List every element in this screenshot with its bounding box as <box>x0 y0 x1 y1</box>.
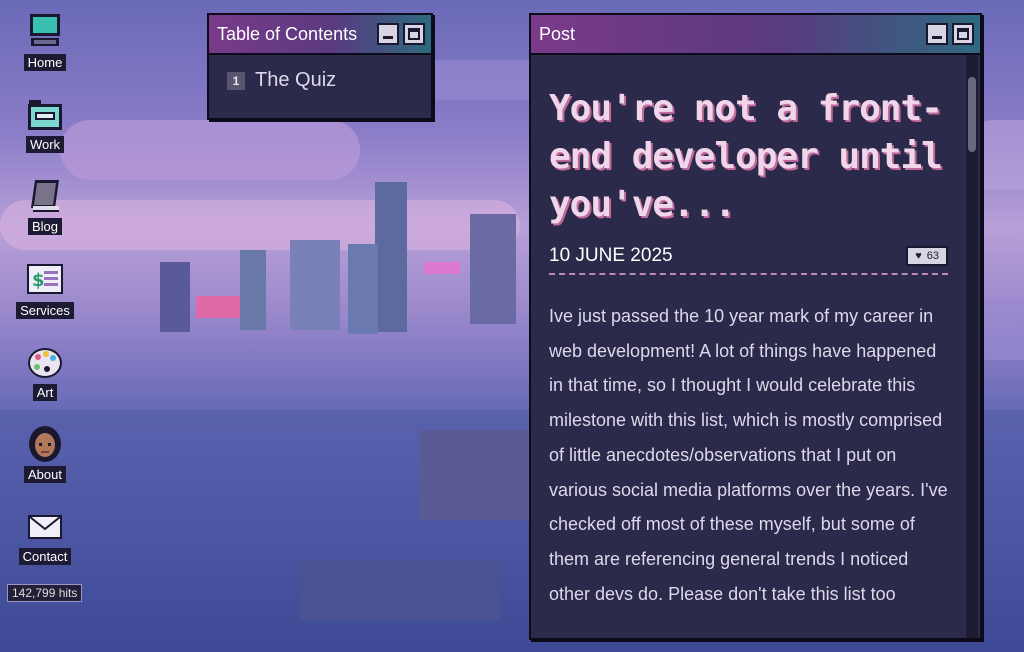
desktop-icon-label: Work <box>25 136 65 153</box>
desktop-icon-label: Art <box>32 384 58 401</box>
folder-icon <box>25 94 65 134</box>
desktop-icon-label: Home <box>23 54 67 71</box>
post-window: Post You're not a front-end developer un… <box>529 13 982 640</box>
hit-counter: 142,799 hits <box>7 584 83 602</box>
desktop-icon-label: Services <box>16 302 74 319</box>
toc-item-number: 1 <box>227 71 245 90</box>
minimize-button[interactable] <box>377 23 399 45</box>
post-meta: 10 JUNE 2025 ♥ 63 <box>549 245 948 275</box>
desktop-icon-label: Contact <box>18 548 72 565</box>
invoice-icon: $ <box>25 260 65 300</box>
avatar-icon <box>25 424 65 464</box>
minimize-button[interactable] <box>926 23 948 45</box>
desktop-icon-about[interactable]: About <box>0 424 90 483</box>
post-date: 10 JUNE 2025 <box>549 245 673 266</box>
post-paragraph: Ive just passed the 10 year mark of my c… <box>549 306 948 604</box>
palette-icon <box>25 342 65 382</box>
desktop-icon-art[interactable]: Art <box>0 342 90 401</box>
computer-icon <box>25 12 65 52</box>
toc-item-link[interactable]: The Quiz <box>255 69 336 92</box>
notebook-icon <box>25 176 65 216</box>
maximize-button[interactable] <box>952 23 974 45</box>
desktop-icon-blog[interactable]: Blog <box>0 176 90 235</box>
envelope-icon <box>25 506 65 546</box>
post-content: You're not a front-end developer until y… <box>531 55 966 638</box>
toc-titlebar[interactable]: Table of Contents <box>209 15 431 55</box>
post-titlebar[interactable]: Post <box>531 15 980 55</box>
desktop-icon-label: About <box>24 466 66 483</box>
scrollbar-thumb[interactable] <box>968 77 976 152</box>
toc-item[interactable]: 1 The Quiz <box>209 55 431 106</box>
maximize-button[interactable] <box>403 23 425 45</box>
heart-icon: ♥ <box>915 250 922 262</box>
post-window-title: Post <box>539 23 576 44</box>
toc-window-title: Table of Contents <box>217 23 358 44</box>
desktop-icon-work[interactable]: Work <box>0 94 90 153</box>
desktop-icon-services[interactable]: $ Services <box>0 260 90 319</box>
like-count: 63 <box>926 250 939 262</box>
desktop-icon-home[interactable]: Home <box>0 12 90 71</box>
desktop-icon-contact[interactable]: Contact <box>0 506 90 565</box>
svg-text:$: $ <box>32 270 45 291</box>
post-heading: You're not a front-end developer until y… <box>549 88 943 225</box>
toc-window: Table of Contents 1 The Quiz <box>207 13 433 120</box>
desktop-icon-label: Blog <box>27 218 63 235</box>
like-button[interactable]: ♥ 63 <box>906 246 948 266</box>
scrollbar[interactable] <box>966 55 978 638</box>
